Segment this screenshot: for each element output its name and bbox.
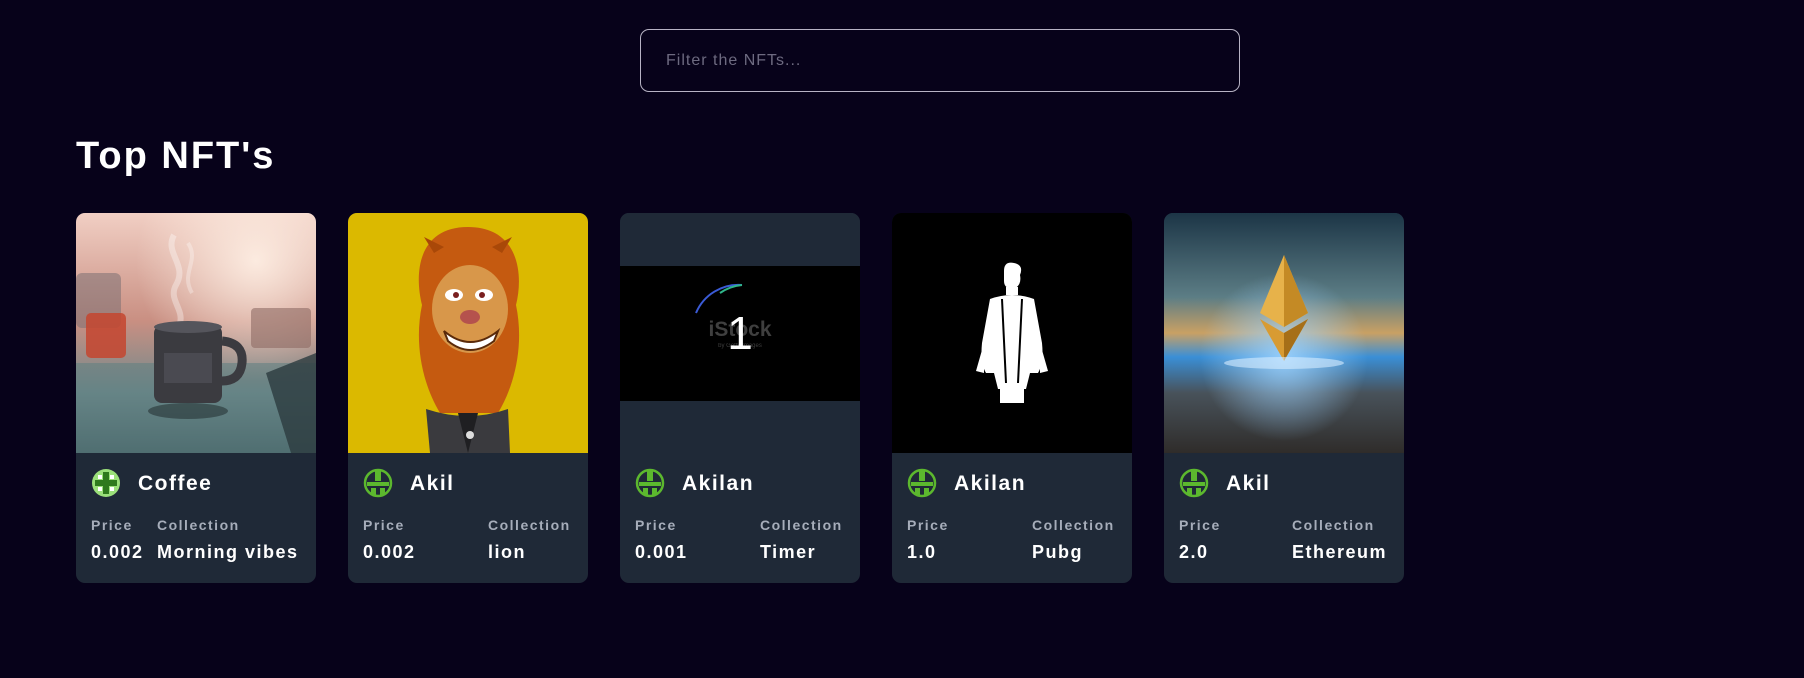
green-pixel-avatar-icon [635,468,665,498]
nft-card-info: Akilan Price Collection 0.001 Timer [620,453,860,583]
nft-card-info: Akil Price Collection 0.002 lion [348,453,588,583]
nft-card-akil-ethereum[interactable]: Akil Price Collection 2.0 Ethereum [1164,213,1404,583]
search-box[interactable] [640,29,1240,92]
price-value: 1.0 [907,542,937,562]
collection-value: Pubg [1032,542,1083,562]
nft-card-coffee[interactable]: Coffee Price Collection 0.002 Morning vi… [76,213,316,583]
nft-name: Akilan [954,472,1027,495]
nft-card-info: Akil Price Collection 2.0 Ethereum [1164,453,1404,583]
nft-card-info: Akilan Price Collection 1.0 Pubg [892,453,1132,583]
green-pixel-cross-avatar-icon [91,468,121,498]
nft-name: Akilan [682,472,755,495]
collection-value: Morning vibes [157,542,299,562]
section-title: Top NFT's [76,135,276,177]
nft-name: Coffee [138,472,213,495]
green-pixel-avatar-icon [1179,468,1209,498]
price-label: Price [907,517,949,533]
collection-label: Collection [760,517,843,533]
nft-card-info: Coffee Price Collection 0.002 Morning vi… [76,453,316,583]
nft-card-akilan-timer[interactable]: iStock by Getty Images 1 Akilan Price Co… [620,213,860,583]
green-pixel-avatar-icon [363,468,393,498]
collection-label: Collection [1292,517,1375,533]
nft-name: Akil [1226,472,1271,495]
nft-image-timer-video: iStock by Getty Images 1 [620,213,860,453]
nft-card-akil-lion[interactable]: Akil Price Collection 0.002 lion [348,213,588,583]
collection-value: lion [488,542,526,562]
collection-label: Collection [157,517,240,533]
price-label: Price [635,517,677,533]
collection-value: Timer [760,542,817,562]
green-pixel-avatar-icon [907,468,937,498]
price-label: Price [1179,517,1221,533]
price-value: 0.002 [91,542,144,562]
price-value: 2.0 [1179,542,1209,562]
nft-image-pubg-silhouette [892,213,1132,453]
collection-label: Collection [1032,517,1115,533]
price-label: Price [363,517,405,533]
nft-image-cartoon-lion [348,213,588,453]
nft-image-coffee-mug [76,213,316,453]
collection-label: Collection [488,517,571,533]
nft-name: Akil [410,472,455,495]
nft-card-akilan-pubg[interactable]: Akilan Price Collection 1.0 Pubg [892,213,1132,583]
collection-value: Ethereum [1292,542,1388,562]
search-input[interactable] [641,30,1239,91]
price-value: 0.002 [363,542,416,562]
nft-image-ethereum-logo [1164,213,1404,453]
timer-digit: 1 [727,307,753,359]
price-label: Price [91,517,133,533]
price-value: 0.001 [635,542,688,562]
